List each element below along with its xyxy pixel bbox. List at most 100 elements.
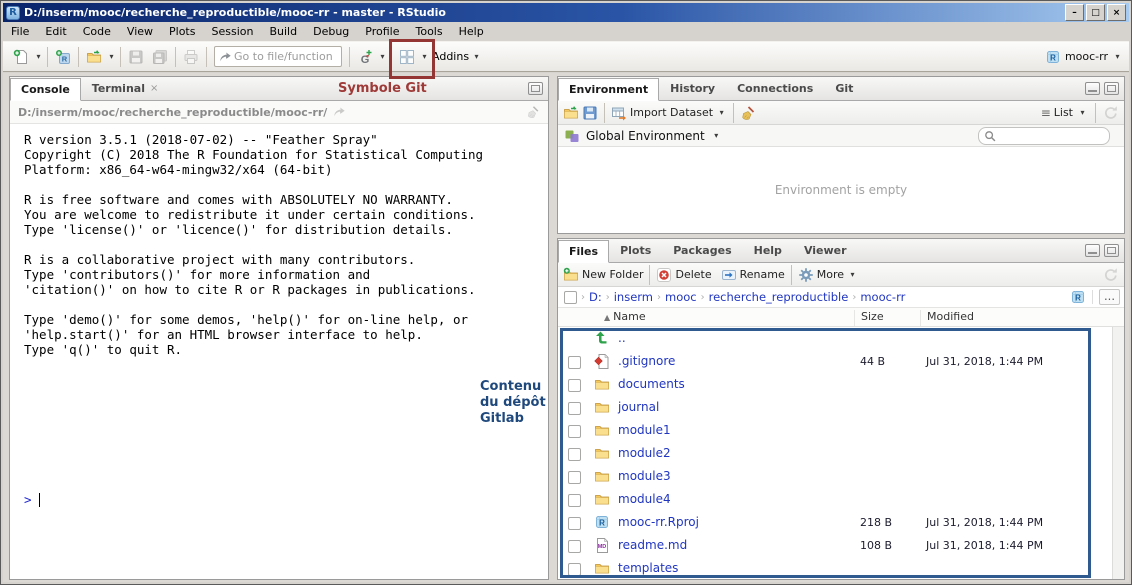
minimize-button[interactable]: – (1065, 4, 1084, 21)
breadcrumb-item-mooc[interactable]: mooc (665, 290, 697, 304)
column-header-modified[interactable]: Modified (920, 310, 974, 326)
goto-file-search[interactable] (214, 46, 342, 67)
project-caret-icon: ▾ (1112, 52, 1123, 61)
sort-asc-icon: ▲ (604, 313, 610, 322)
console-maximize-icon[interactable] (528, 82, 543, 95)
console-tab-terminal[interactable]: Terminal× (81, 77, 170, 100)
global-environment-selector[interactable]: Global Environment (586, 129, 705, 143)
console-prompt-line: > (24, 492, 40, 507)
git-symbol-annotation-label: Symbole Git (338, 81, 427, 96)
chevron-right-icon: › (657, 292, 661, 303)
goto-dir-arrow-icon[interactable] (332, 105, 346, 119)
environment-search-input[interactable] (997, 130, 1105, 143)
delete-button[interactable]: Delete (675, 268, 711, 281)
environment-maximize-icon[interactable] (1104, 82, 1119, 95)
new-folder-icon (563, 267, 579, 283)
menu-item-session[interactable]: Session (203, 23, 261, 40)
environment-tab-environment[interactable]: Environment (558, 78, 659, 101)
new-folder-button[interactable]: New Folder (582, 268, 643, 281)
global-environment-caret-icon[interactable]: ▾ (711, 131, 722, 140)
breadcrumb-item-inserm[interactable]: inserm (614, 290, 653, 304)
menu-item-profile[interactable]: Profile (357, 23, 407, 40)
clear-console-broom-icon[interactable] (526, 105, 540, 119)
menu-item-build[interactable]: Build (261, 23, 305, 40)
chevron-right-icon: › (852, 292, 856, 303)
environment-tab-git[interactable]: Git (824, 77, 864, 100)
console-output[interactable]: R version 3.5.1 (2018-07-02) -- "Feather… (10, 124, 548, 579)
files-tab-packages[interactable]: Packages (662, 239, 742, 262)
goto-arrow-icon (218, 50, 232, 64)
directory-more-button[interactable]: ... (1099, 289, 1120, 305)
console-tab-console[interactable]: Console (10, 78, 81, 101)
save-all-button[interactable] (148, 45, 172, 69)
maximize-button[interactable]: □ (1086, 4, 1105, 21)
r-project-cube-icon[interactable]: R (1070, 289, 1086, 305)
toolbar-separator (791, 265, 792, 285)
open-file-caret-icon[interactable]: ▾ (106, 52, 117, 61)
environment-tab-history[interactable]: History (659, 77, 726, 100)
gitlab-annotation-line: du dépôt (480, 395, 546, 411)
files-tab-files[interactable]: Files (558, 240, 609, 263)
menu-item-debug[interactable]: Debug (305, 23, 357, 40)
git-caret-icon[interactable]: ▾ (377, 52, 388, 61)
files-tab-help[interactable]: Help (743, 239, 793, 262)
toolbar-separator (47, 47, 48, 67)
addins-caret-icon[interactable]: ▾ (471, 52, 482, 61)
import-dataset-button[interactable]: Import Dataset (630, 106, 713, 119)
gitlab-annotation-line: Gitlab (480, 411, 546, 427)
print-icon (183, 49, 199, 65)
console-text: R version 3.5.1 (2018-07-02) -- "Feather… (24, 132, 548, 357)
select-all-checkbox[interactable] (564, 291, 577, 304)
column-header-size[interactable]: Size (854, 310, 884, 326)
refresh-environment-icon[interactable] (1103, 105, 1119, 121)
list-view-button[interactable]: List (1054, 106, 1073, 119)
files-tab-plots[interactable]: Plots (609, 239, 662, 262)
environment-minimize-icon[interactable] (1085, 82, 1100, 95)
close-tab-icon[interactable]: × (150, 83, 158, 94)
rename-button[interactable]: Rename (740, 268, 785, 281)
refresh-files-icon[interactable] (1103, 267, 1119, 283)
column-header-name[interactable]: ▲Name (604, 310, 646, 323)
rstudio-window: R D:/inserm/mooc/recherche_reproductible… (0, 0, 1132, 585)
files-minimize-icon[interactable] (1085, 244, 1100, 257)
menu-item-file[interactable]: File (3, 23, 37, 40)
files-tab-viewer[interactable]: Viewer (793, 239, 858, 262)
new-file-button[interactable] (9, 45, 33, 69)
load-workspace-icon[interactable] (563, 105, 579, 121)
new-file-caret-icon[interactable]: ▾ (33, 52, 44, 61)
git-button[interactable]: G (353, 45, 377, 69)
environment-tab-connections[interactable]: Connections (726, 77, 824, 100)
project-menu-button[interactable]: R mooc-rr ▾ (1045, 49, 1123, 65)
goto-file-input[interactable] (232, 49, 338, 64)
open-file-button[interactable] (82, 45, 106, 69)
print-button[interactable] (179, 45, 203, 69)
menu-item-edit[interactable]: Edit (37, 23, 74, 40)
environment-empty-message: Environment is empty (558, 147, 1124, 233)
list-view-caret-icon[interactable]: ▾ (1077, 108, 1088, 117)
more-caret-icon[interactable]: ▾ (847, 270, 858, 279)
menu-item-plots[interactable]: Plots (161, 23, 203, 40)
files-maximize-icon[interactable] (1104, 244, 1119, 257)
import-dataset-caret-icon[interactable]: ▾ (716, 108, 727, 117)
menu-item-help[interactable]: Help (451, 23, 492, 40)
save-workspace-icon[interactable] (582, 105, 598, 121)
breadcrumb-item-moocrr[interactable]: mooc-rr (860, 290, 905, 304)
breadcrumb-item-recherchereproductible[interactable]: recherche_reproductible (709, 290, 849, 304)
environment-panel: EnvironmentHistoryConnectionsGit Import … (557, 76, 1125, 234)
clear-environment-broom-icon[interactable] (740, 105, 756, 121)
chevron-right-icon: › (701, 292, 705, 303)
menu-item-view[interactable]: View (119, 23, 161, 40)
import-dataset-icon (611, 105, 627, 121)
close-button[interactable]: × (1107, 4, 1126, 21)
save-button[interactable] (124, 45, 148, 69)
files-scrollbar[interactable] (1112, 327, 1124, 579)
new-project-button[interactable]: R (51, 45, 75, 69)
more-button[interactable]: More (817, 268, 844, 281)
git-symbol-annotation-box (389, 39, 435, 79)
menu-item-code[interactable]: Code (75, 23, 119, 40)
breadcrumb-item-d[interactable]: D: (589, 290, 602, 304)
environment-search-box[interactable] (978, 127, 1110, 145)
toolbar-separator (649, 265, 650, 285)
addins-button[interactable]: Addins (432, 50, 469, 63)
menu-item-tools[interactable]: Tools (407, 23, 450, 40)
